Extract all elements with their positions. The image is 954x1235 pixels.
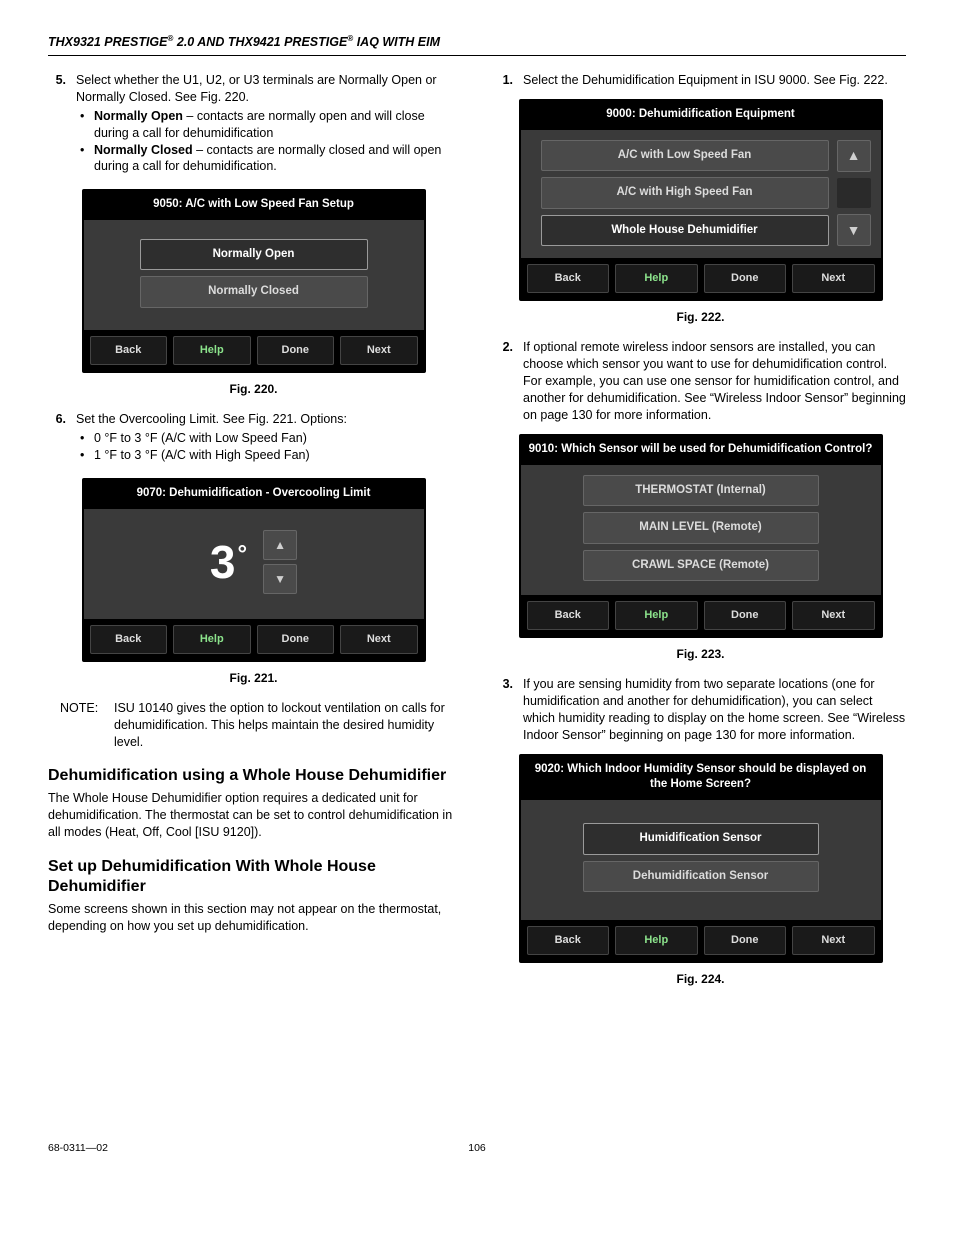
value-up-button[interactable]: ▲ xyxy=(263,530,297,560)
option-humidification-sensor[interactable]: Humidification Sensor xyxy=(583,823,819,855)
next-button[interactable]: Next xyxy=(792,264,875,293)
figure-caption: Fig. 221. xyxy=(48,670,459,686)
option-main-level-remote[interactable]: MAIN LEVEL (Remote) xyxy=(583,512,819,544)
right-column: 1. Select the Dehumidification Equipment… xyxy=(495,72,906,1001)
done-button[interactable]: Done xyxy=(704,601,787,630)
step-number: 3. xyxy=(495,676,523,744)
triangle-down-icon: ▼ xyxy=(847,221,861,240)
done-button[interactable]: Done xyxy=(257,336,335,365)
done-button[interactable]: Done xyxy=(704,926,787,955)
help-button[interactable]: Help xyxy=(615,601,698,630)
help-button[interactable]: Help xyxy=(615,926,698,955)
screen-title: 9020: Which Indoor Humidity Sensor shoul… xyxy=(521,756,881,800)
section-heading: Dehumidification using a Whole House Deh… xyxy=(48,766,459,786)
option-ac-high-fan[interactable]: A/C with High Speed Fan xyxy=(541,177,829,209)
next-button[interactable]: Next xyxy=(340,336,418,365)
option-dehumidification-sensor[interactable]: Dehumidification Sensor xyxy=(583,861,819,893)
screen-title: 9010: Which Sensor will be used for Dehu… xyxy=(521,436,881,465)
figure-caption: Fig. 224. xyxy=(495,971,906,987)
step-text: If you are sensing humidity from two sep… xyxy=(523,677,905,742)
body-text: Some screens shown in this section may n… xyxy=(48,901,459,935)
section-heading: Set up Dehumidification With Whole House… xyxy=(48,857,459,897)
note-label: NOTE: xyxy=(60,700,114,751)
option-whole-house-dehum[interactable]: Whole House Dehumidifier xyxy=(541,215,829,247)
option-normally-closed[interactable]: Normally Closed xyxy=(140,276,368,308)
help-button[interactable]: Help xyxy=(173,336,251,365)
screen-title: 9050: A/C with Low Speed Fan Setup xyxy=(84,191,424,220)
step-text: Select the Dehumidification Equipment in… xyxy=(523,73,888,87)
doc-header: THX9321 PRESTIGE® 2.0 AND THX9421 PRESTI… xyxy=(48,34,906,56)
step-text: Select whether the U1, U2, or U3 termina… xyxy=(76,73,437,104)
figure-caption: Fig. 222. xyxy=(495,309,906,325)
next-button[interactable]: Next xyxy=(340,625,418,654)
back-button[interactable]: Back xyxy=(90,625,168,654)
triangle-up-icon: ▲ xyxy=(274,537,286,553)
done-button[interactable]: Done xyxy=(257,625,335,654)
option-thermostat-internal[interactable]: THERMOSTAT (Internal) xyxy=(583,475,819,507)
screen-9050: 9050: A/C with Low Speed Fan Setup Norma… xyxy=(82,189,426,373)
footer-doc-number: 68-0311—02 xyxy=(48,1141,468,1155)
next-button[interactable]: Next xyxy=(792,601,875,630)
back-button[interactable]: Back xyxy=(527,601,610,630)
screen-title: 9000: Dehumidification Equipment xyxy=(521,101,881,130)
triangle-down-icon: ▼ xyxy=(274,571,286,587)
screen-9000: 9000: Dehumidification Equipment A/C wit… xyxy=(519,99,883,301)
done-button[interactable]: Done xyxy=(704,264,787,293)
left-column: 5. Select whether the U1, U2, or U3 term… xyxy=(48,72,459,1001)
triangle-up-icon: ▲ xyxy=(847,146,861,165)
back-button[interactable]: Back xyxy=(527,264,610,293)
step-number: 1. xyxy=(495,72,523,89)
next-button[interactable]: Next xyxy=(792,926,875,955)
body-text: The Whole House Dehumidifier option requ… xyxy=(48,790,459,841)
screen-title: 9070: Dehumidification - Overcooling Lim… xyxy=(84,480,424,509)
step-number: 5. xyxy=(48,72,76,179)
help-button[interactable]: Help xyxy=(173,625,251,654)
scroll-down-button[interactable]: ▼ xyxy=(837,214,871,246)
figure-caption: Fig. 223. xyxy=(495,646,906,662)
value-down-button[interactable]: ▼ xyxy=(263,564,297,594)
screen-9010: 9010: Which Sensor will be used for Dehu… xyxy=(519,434,883,638)
step-number: 2. xyxy=(495,339,523,423)
step-text: Set the Overcooling Limit. See Fig. 221.… xyxy=(76,412,347,426)
help-button[interactable]: Help xyxy=(615,264,698,293)
screen-9070: 9070: Dehumidification - Overcooling Lim… xyxy=(82,478,426,662)
scroll-track[interactable] xyxy=(837,178,871,208)
back-button[interactable]: Back xyxy=(90,336,168,365)
option-crawl-space-remote[interactable]: CRAWL SPACE (Remote) xyxy=(583,550,819,582)
step-text: If optional remote wireless indoor senso… xyxy=(523,340,906,422)
option-normally-open[interactable]: Normally Open xyxy=(140,239,368,271)
screen-9020: 9020: Which Indoor Humidity Sensor shoul… xyxy=(519,754,883,963)
note-text: ISU 10140 gives the option to lockout ve… xyxy=(114,700,459,751)
overcool-value: 3° xyxy=(210,539,247,585)
option-ac-low-fan[interactable]: A/C with Low Speed Fan xyxy=(541,140,829,172)
footer-page-number: 106 xyxy=(468,1141,486,1155)
figure-caption: Fig. 220. xyxy=(48,381,459,397)
scroll-up-button[interactable]: ▲ xyxy=(837,140,871,172)
back-button[interactable]: Back xyxy=(527,926,610,955)
step-number: 6. xyxy=(48,411,76,468)
